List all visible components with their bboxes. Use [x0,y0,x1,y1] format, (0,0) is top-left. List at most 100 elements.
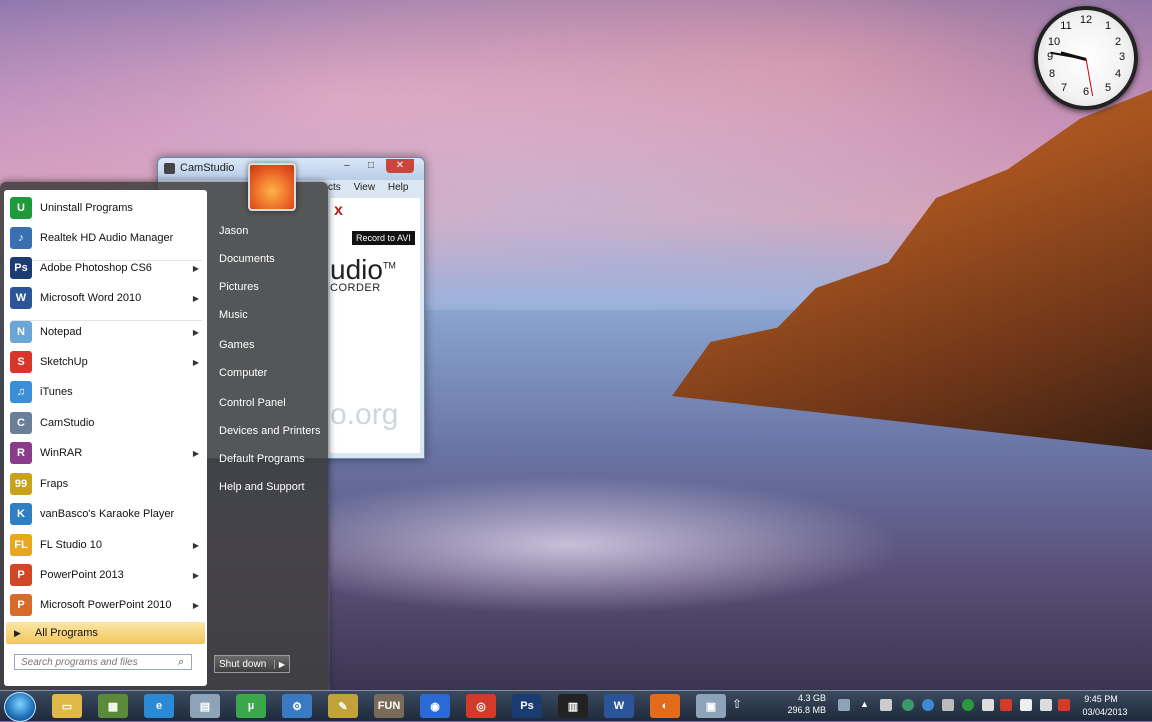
paint-icon[interactable]: ✎ [328,694,358,718]
powerpoint-2013-icon: P [10,564,32,586]
maximize-button[interactable]: □ [360,159,382,173]
window-menubar: cts View Help [328,182,418,193]
submenu-arrow-icon[interactable]: ▶ [193,358,199,367]
program-item[interactable]: N Notepad ▶ [4,318,207,346]
sketchup-icon: S [10,351,32,373]
submenu-arrow-icon[interactable]: ▶ [193,541,199,550]
photoshop-taskbar-icon[interactable]: Ps [512,694,542,718]
firefox-icon[interactable]: ◐ [650,694,680,718]
minimize-button[interactable]: – [336,159,358,173]
clock-date[interactable]: 03/04/2013 [1076,707,1134,717]
program-label: Adobe Photoshop CS6 [40,262,152,274]
clock-number: 1 [1104,20,1112,32]
all-programs-label: All Programs [34,627,98,639]
keyboard-icon[interactable] [838,699,850,711]
word-taskbar-icon[interactable]: W [604,694,634,718]
volume-icon[interactable] [982,699,994,711]
all-programs-button[interactable]: ▶ All Programs [6,622,205,644]
program-item[interactable]: W Microsoft Word 2010 ▶ [4,284,207,312]
program-item[interactable]: Ps Adobe Photoshop CS6 ▶ [4,254,207,282]
submenu-arrow-icon[interactable]: ▶ [193,601,199,610]
tray-sync-icon[interactable] [922,699,934,711]
tray-recorder-icon[interactable] [1000,699,1012,711]
menu-help[interactable]: Help [388,182,409,193]
minecraft-icon[interactable]: ▦ [98,694,128,718]
tray-flag-icon[interactable] [1040,699,1052,711]
tray-document-icon[interactable] [942,699,954,711]
camstudio-taskbar-icon[interactable]: ▣ [696,694,726,718]
show-hidden-icons-icon[interactable]: ▲ [860,699,872,711]
program-item[interactable]: R WinRAR ▶ [4,439,207,467]
program-item[interactable]: S SketchUp ▶ [4,348,207,376]
search-input[interactable] [14,654,192,670]
audio-manager-icon: ♪ [10,227,32,249]
start-right-control-panel[interactable]: Control Panel [219,397,286,409]
start-right-default-programs[interactable]: Default Programs [219,453,305,465]
program-item[interactable]: C CamStudio [4,409,207,437]
start-right-help-support[interactable]: Help and Support [219,481,305,493]
program-item[interactable]: P Microsoft PowerPoint 2010 ▶ [4,591,207,619]
program-item[interactable]: ♪ Realtek HD Audio Manager [4,224,207,252]
clock-number: 3 [1118,51,1126,63]
shutdown-button[interactable]: Shut down ▶ [214,655,290,673]
record-to-avi-button[interactable]: Record to AVI [352,231,415,245]
piano-icon[interactable]: ▥ [558,694,588,718]
globe-icon[interactable]: ◉ [420,694,450,718]
clock-number: 7 [1060,82,1068,94]
submenu-arrow-icon[interactable]: ▶ [193,264,199,273]
fun-icon[interactable]: FUN [374,694,404,718]
start-right-pictures[interactable]: Pictures [219,281,259,293]
internet-explorer-icon[interactable]: e [144,694,174,718]
close-button[interactable]: ✕ [386,159,414,173]
clock-time[interactable]: 9:45 PM [1076,694,1126,704]
window-title: CamStudio [180,162,235,174]
pinned-programs-list: U Uninstall Programs ♪ Realtek HD Audio Man… [4,190,207,686]
submenu-arrow-icon[interactable]: ▶ [193,294,199,303]
submenu-arrow-icon[interactable]: ▶ [193,328,199,337]
start-button[interactable] [4,692,36,722]
user-avatar[interactable] [248,163,296,211]
start-right-music[interactable]: Music [219,309,248,321]
program-item[interactable]: KvanBasco's Karaoke Player [4,500,207,528]
camstudio-icon: C [10,412,32,434]
program-label: Microsoft PowerPoint 2010 [40,599,172,611]
explorer-icon[interactable]: ▭ [52,694,82,718]
chrome-icon[interactable]: ◎ [466,694,496,718]
powerpoint-2010-icon: P [10,594,32,616]
calculator-icon[interactable]: ▤ [190,694,220,718]
program-item[interactable]: U Uninstall Programs [4,194,207,222]
program-item[interactable]: FL FL Studio 10 ▶ [4,531,207,559]
tray-utorrent-icon[interactable] [962,699,974,711]
program-label: Notepad [40,326,82,338]
upload-arrow-icon[interactable]: ⇧ [732,697,744,711]
utorrent-icon[interactable]: µ [236,694,266,718]
menu-effects[interactable]: cts [328,182,341,193]
program-item[interactable]: 99 Fraps [4,470,207,498]
start-right-user[interactable]: Jason [219,225,248,237]
program-item[interactable]: P PowerPoint 2013 ▶ [4,561,207,589]
program-item[interactable]: ♫ iTunes [4,378,207,406]
start-right-games[interactable]: Games [219,339,254,351]
start-right-computer[interactable]: Computer [219,367,267,379]
start-right-devices-printers[interactable]: Devices and Printers [219,425,321,437]
toolbar-tool-icon[interactable]: x [334,202,343,220]
network-tray-icon[interactable] [1020,699,1032,711]
program-label: CamStudio [40,417,95,429]
network-icon[interactable]: ⚙ [282,694,312,718]
program-label: Fraps [40,478,69,490]
tray-status-icon[interactable] [902,699,914,711]
submenu-arrow-icon[interactable]: ▶ [193,449,199,458]
tray-alert-icon[interactable] [1058,699,1070,711]
camstudio-app-icon [164,163,175,174]
shutdown-options-arrow-icon[interactable]: ▶ [274,659,289,669]
tray-app-icon[interactable] [880,699,892,711]
desktop-wallpaper-foam [330,470,930,620]
submenu-arrow-icon[interactable]: ▶ [193,571,199,580]
search-icon[interactable]: ⌕ [178,656,184,669]
menu-view[interactable]: View [354,182,376,193]
photoshop-icon: Ps [10,257,32,279]
clock-gadget[interactable]: 12 1 2 3 4 5 6 7 8 9 10 11 [1034,6,1138,110]
clock-number: 12 [1079,14,1093,26]
start-right-documents[interactable]: Documents [219,253,275,265]
taskbar: ▭ ▦ e ▤ µ ⚙ ✎ FUN ◉ ◎ Ps ▥ W ◐ ▣ ⇧ 4.3 GB 296.8 MB ▲ 9… [0,690,1152,722]
